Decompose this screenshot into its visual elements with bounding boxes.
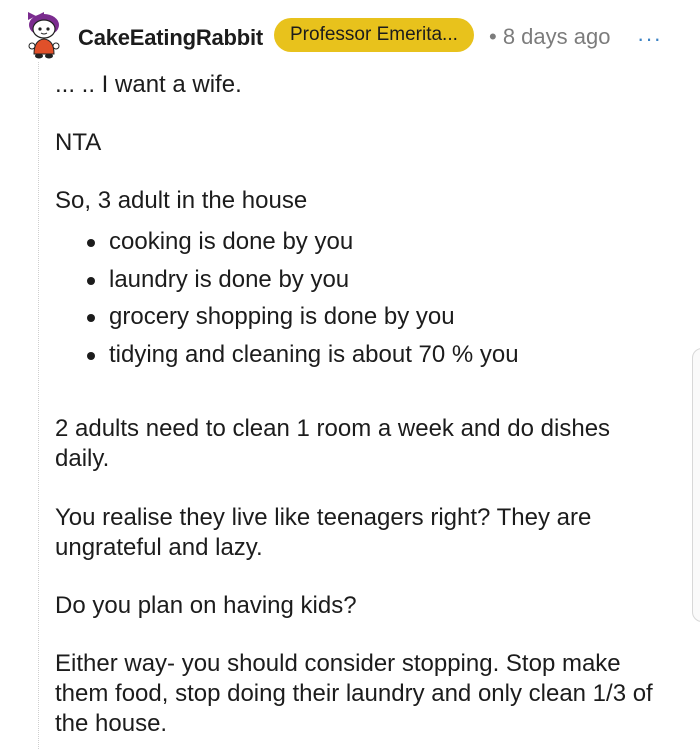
list-item-text: cooking is done by you	[109, 228, 354, 255]
username[interactable]: CakeEatingRabbit	[78, 25, 263, 51]
bullet-dot	[87, 276, 95, 285]
comment-paragraph: Do you plan on having kids?	[55, 592, 357, 619]
bullet-dot	[87, 314, 95, 322]
scrollbar-handle[interactable]	[692, 348, 700, 622]
thread-line[interactable]	[38, 62, 39, 749]
list-item: tidying and cleaning is about 70 % you	[55, 340, 519, 378]
comment-paragraph: ... .. I want a wife.	[55, 71, 242, 98]
more-options-icon[interactable]: ···	[637, 26, 662, 52]
bullet-dot	[87, 239, 95, 247]
comment-paragraph: NTA	[55, 129, 102, 156]
bullet-list: cooking is done by you laundry is done b…	[55, 227, 519, 377]
list-item: grocery shopping is done by you	[55, 302, 519, 340]
list-item: laundry is done by you	[55, 265, 519, 303]
comment-paragraph: You realise they live like teenagers rig…	[55, 504, 592, 561]
bullet-dot	[87, 351, 95, 360]
list-item: cooking is done by you	[55, 227, 519, 265]
list-item-text: grocery shopping is done by you	[109, 303, 455, 330]
comment-paragraph: Either way- you should consider stopping…	[55, 650, 653, 737]
comment-paragraph: 2 adults need to clean 1 room a week and…	[55, 415, 611, 472]
timestamp: 8 days ago	[502, 24, 611, 49]
comment-header: CakeEatingRabbit Professor Emerita... • …	[0, 0, 700, 72]
list-item-text: tidying and cleaning is about 70 % you	[109, 340, 519, 368]
comment-meta: • 8 days ago	[489, 24, 610, 50]
separator-dot: •	[489, 24, 497, 49]
list-item-text: laundry is done by you	[109, 265, 350, 293]
user-flair: Professor Emerita...	[274, 18, 474, 52]
comment-paragraph: So, 3 adult in the house	[55, 187, 308, 214]
snoo-avatar-icon[interactable]	[22, 8, 66, 60]
